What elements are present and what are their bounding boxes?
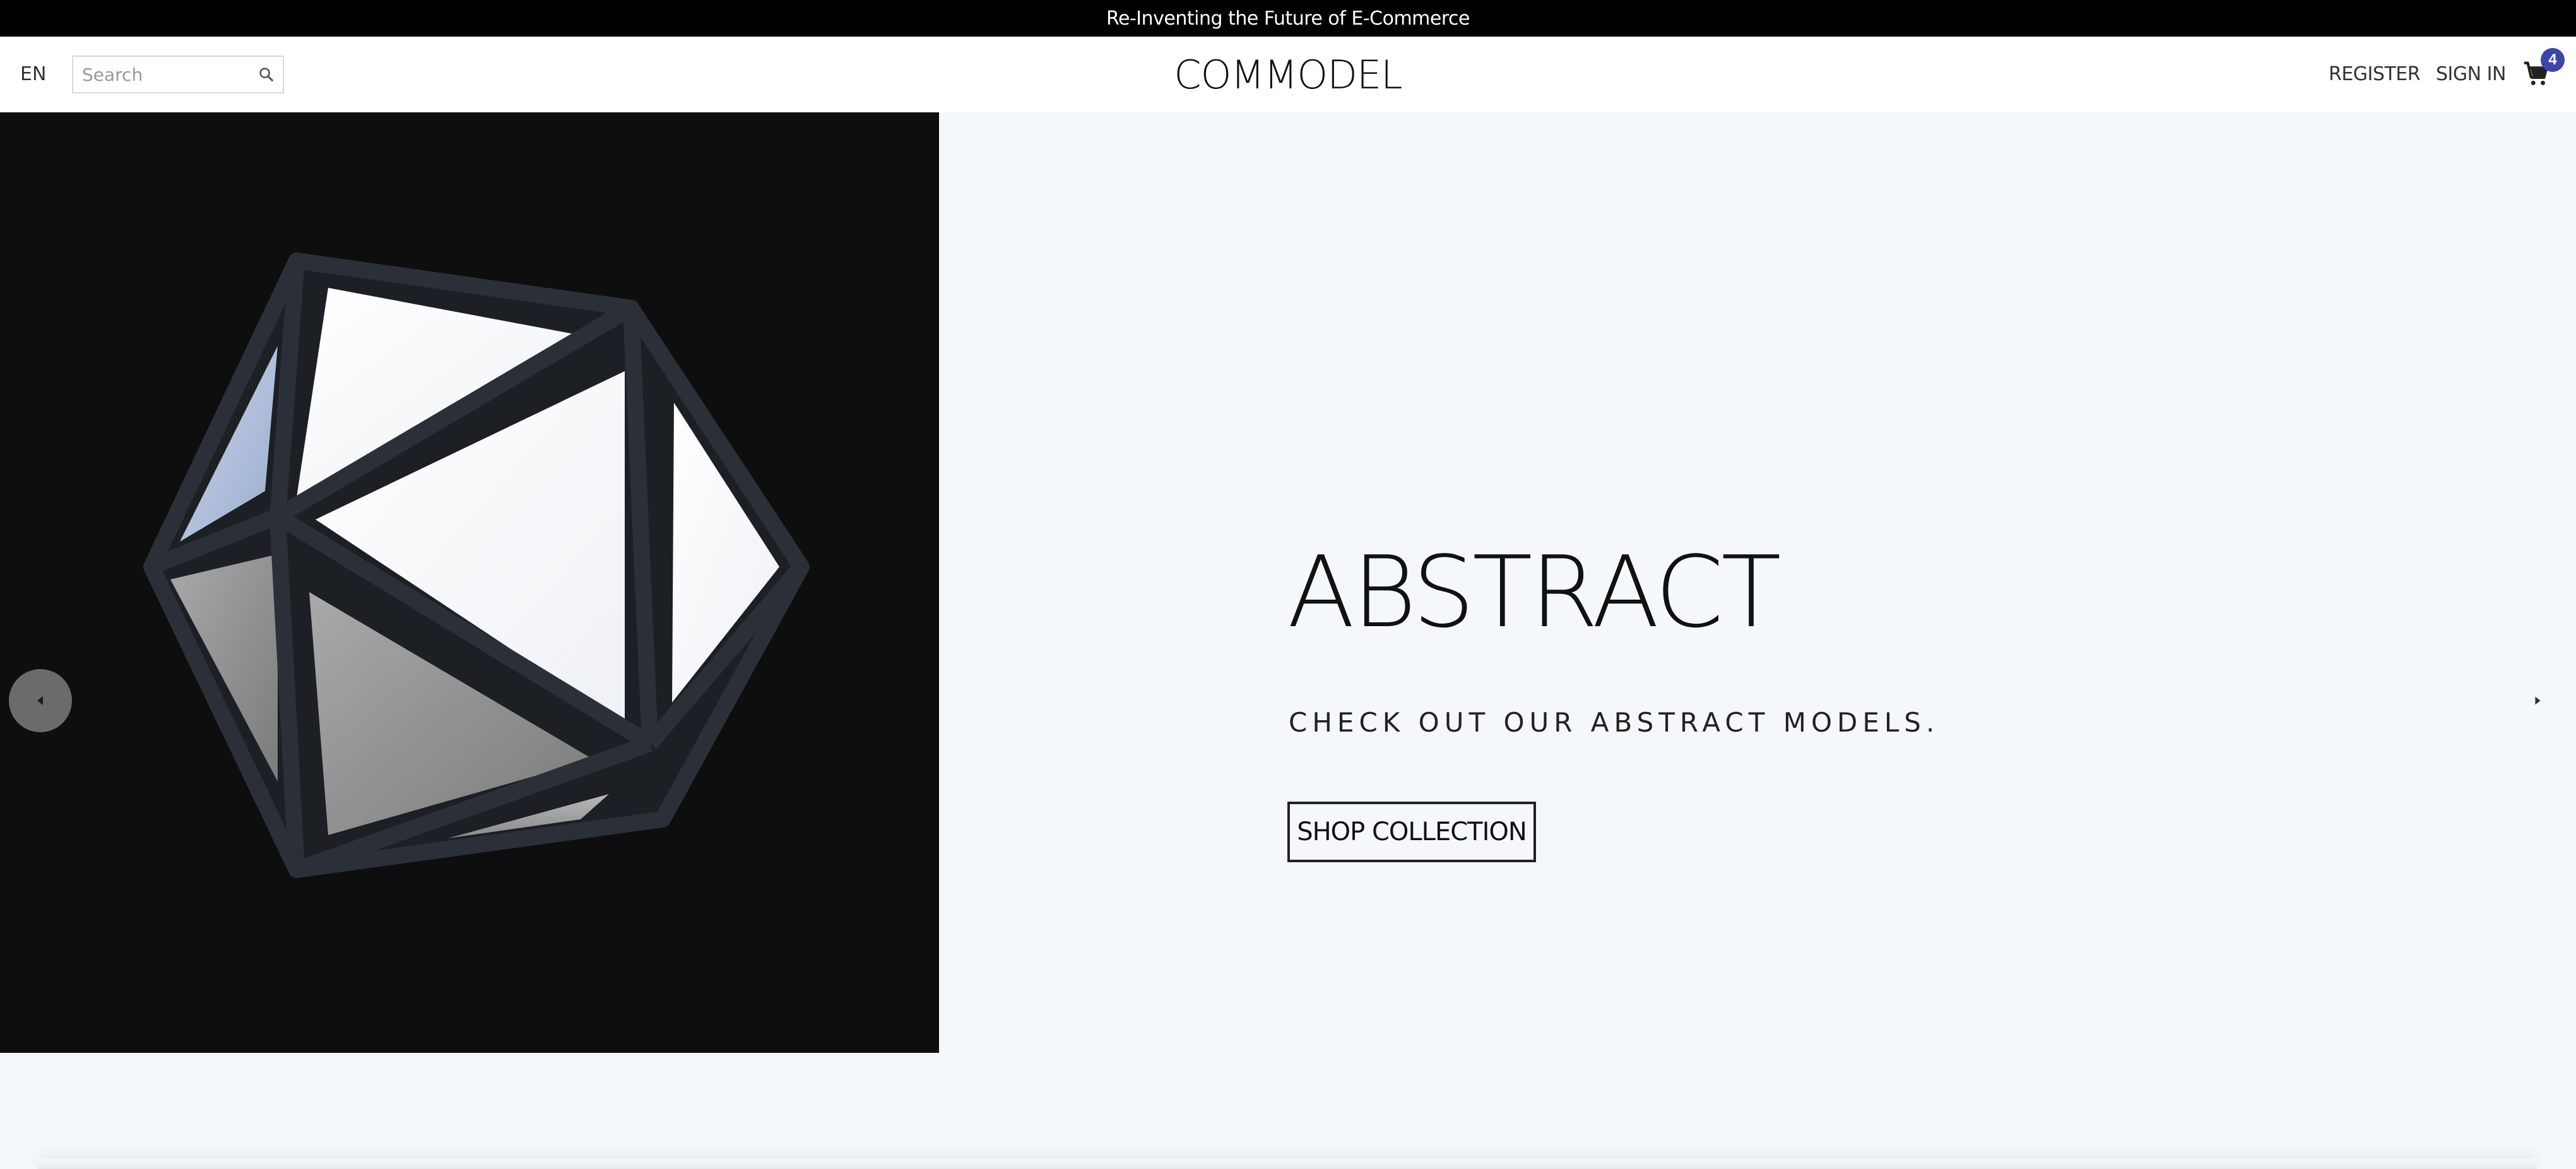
- carousel-next-button[interactable]: [2519, 682, 2557, 720]
- hero-subtitle: CHECK OUT OUR ABSTRACT MODELS.: [1289, 707, 1940, 738]
- announcement-bar: Re-Inventing the Future of E-Commerce: [0, 0, 2576, 37]
- site-header: EN COMMODEL REGISTER SIGN IN 4: [0, 37, 2576, 112]
- caret-left-icon: [37, 696, 43, 705]
- announcement-text: Re-Inventing the Future of E-Commerce: [1106, 7, 1470, 30]
- cart-count-badge: 4: [2541, 48, 2565, 72]
- language-selector[interactable]: EN: [20, 63, 46, 85]
- carousel-prev-button[interactable]: [9, 669, 72, 732]
- search-icon[interactable]: [257, 66, 275, 83]
- site-logo[interactable]: COMMODEL: [1174, 50, 1402, 98]
- next-section-edge: [38, 1159, 2537, 1169]
- caret-right-icon: [2535, 696, 2541, 705]
- register-link[interactable]: REGISTER: [2329, 63, 2421, 85]
- hero-image: [0, 112, 939, 1053]
- icosahedron-model-image: [143, 252, 810, 878]
- sign-in-link[interactable]: SIGN IN: [2436, 63, 2506, 85]
- shop-collection-button[interactable]: SHOP COLLECTION: [1287, 802, 1536, 862]
- hero-title: ABSTRACT: [1287, 535, 1781, 650]
- search-box: [72, 56, 284, 93]
- search-input[interactable]: [73, 57, 256, 92]
